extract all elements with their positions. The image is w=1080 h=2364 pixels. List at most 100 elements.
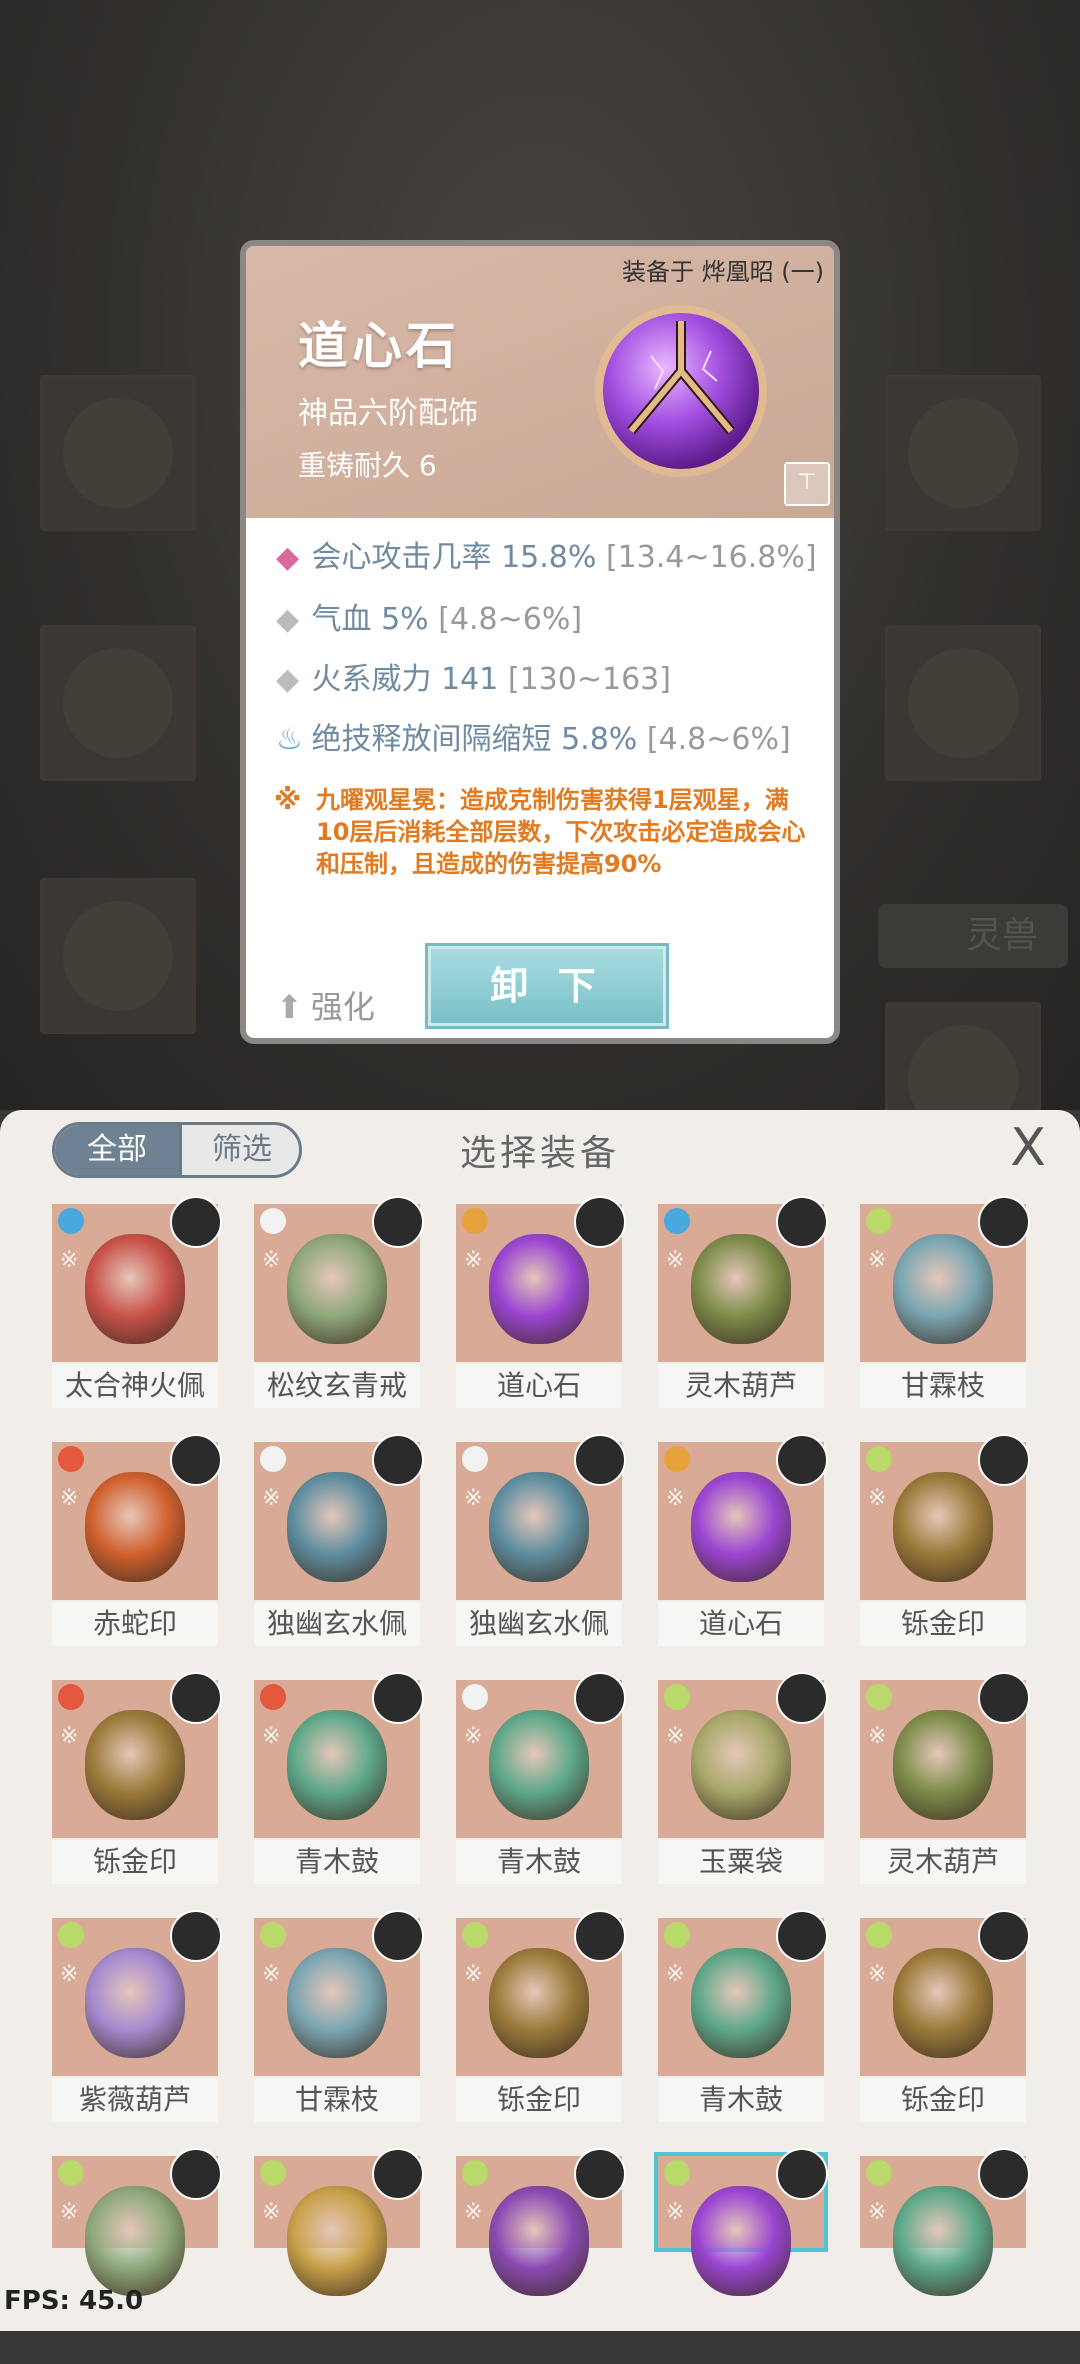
stat-value: 绝技释放间隔缩短 5.8% bbox=[311, 722, 638, 757]
equipment-name: 道心石 bbox=[658, 1602, 824, 1646]
character-avatar bbox=[372, 1196, 424, 1248]
equipment-cell[interactable]: ※ 紫薇葫芦 bbox=[52, 1910, 222, 2126]
character-avatar bbox=[776, 1672, 828, 1724]
element-icon bbox=[462, 1446, 488, 1472]
stat-row: ◆ 会心攻击几率 15.8% [13.4~16.8%] bbox=[276, 532, 817, 576]
equipment-image: ※ bbox=[254, 2148, 424, 2296]
element-icon bbox=[58, 1684, 84, 1710]
equipment-image: ※ bbox=[52, 2148, 222, 2296]
equipment-cell[interactable]: ※ 青木鼓 bbox=[658, 1910, 828, 2126]
unequip-button[interactable]: 卸 下 bbox=[428, 946, 666, 1026]
equipment-cell[interactable]: ※ 松纹玄青戒 bbox=[254, 1196, 424, 1412]
equipment-image: ※ bbox=[52, 1434, 222, 1600]
equipment-name: 紫薇葫芦 bbox=[52, 2078, 218, 2122]
character-avatar bbox=[170, 1910, 222, 1962]
character-avatar bbox=[574, 1910, 626, 1962]
equipment-name: 道心石 bbox=[456, 1364, 622, 1408]
equipment-art bbox=[893, 2186, 993, 2296]
equipment-image: ※ bbox=[254, 1672, 424, 1838]
equipment-cell[interactable]: ※ bbox=[456, 2148, 626, 2364]
rune-icon: ※ bbox=[262, 2200, 281, 2225]
rune-icon: ※ bbox=[60, 1724, 79, 1749]
equipment-cell[interactable]: ※ bbox=[52, 2148, 222, 2364]
equipment-image: ※ bbox=[658, 1672, 828, 1838]
equipment-image: ※ bbox=[254, 1196, 424, 1362]
equipment-cell[interactable]: ※ 独幽玄水佩 bbox=[254, 1434, 424, 1650]
equipment-name: 铄金印 bbox=[52, 1840, 218, 1884]
stat-value: 会心攻击几率 15.8% bbox=[311, 540, 597, 575]
element-icon bbox=[866, 1208, 892, 1234]
element-icon bbox=[58, 2160, 84, 2186]
equipment-cell[interactable]: ※ 甘霖枝 bbox=[860, 1196, 1030, 1412]
element-icon bbox=[58, 1922, 84, 1948]
equipment-name: 甘霖枝 bbox=[860, 1364, 1026, 1408]
element-icon bbox=[664, 1922, 690, 1948]
equipment-cell[interactable]: ※ 铄金印 bbox=[860, 1910, 1030, 2126]
equipment-cell[interactable]: ※ 独幽玄水佩 bbox=[456, 1434, 626, 1650]
equipment-art bbox=[691, 1234, 791, 1344]
equipment-image: ※ bbox=[52, 1672, 222, 1838]
character-avatar bbox=[170, 2148, 222, 2200]
rune-icon: ※ bbox=[60, 1962, 79, 1987]
equipment-image: ※ bbox=[456, 2148, 626, 2296]
equipment-cell[interactable]: ※ 赤蛇印 bbox=[52, 1434, 222, 1650]
rune-icon: ※ bbox=[464, 1724, 483, 1749]
element-icon bbox=[664, 1684, 690, 1710]
equipment-cell[interactable]: ※ 玉粟袋 bbox=[658, 1672, 828, 1888]
equipment-cell[interactable]: ※ 道心石 bbox=[658, 1434, 828, 1650]
equipment-image: ※ bbox=[860, 2148, 1030, 2296]
equipment-cell[interactable]: ※ 灵木葫芦 bbox=[658, 1196, 828, 1412]
equipment-image: ※ bbox=[860, 1434, 1030, 1600]
character-avatar bbox=[776, 1910, 828, 1962]
equipment-cell[interactable]: ※ 青木鼓 bbox=[456, 1672, 626, 1888]
character-avatar bbox=[574, 1434, 626, 1486]
equipment-name: 独幽玄水佩 bbox=[456, 1602, 622, 1646]
rune-icon: ※ bbox=[868, 1962, 887, 1987]
equipment-cell[interactable]: ※ 青木鼓 bbox=[254, 1672, 424, 1888]
equipment-art bbox=[85, 1948, 185, 2058]
equipment-image: ※ bbox=[456, 1910, 626, 2076]
rune-icon: ※ bbox=[60, 1248, 79, 1273]
rune-icon: ※ bbox=[60, 2200, 79, 2225]
equipment-image: ※ bbox=[860, 1196, 1030, 1362]
rune-icon: ※ bbox=[274, 783, 302, 816]
rune-icon: ※ bbox=[666, 1962, 685, 1987]
character-avatar bbox=[372, 1672, 424, 1724]
equipment-art bbox=[893, 1234, 993, 1344]
character-avatar bbox=[978, 1910, 1030, 1962]
equipment-art bbox=[691, 1472, 791, 1582]
character-avatar bbox=[978, 1672, 1030, 1724]
equipment-image: ※ bbox=[860, 1910, 1030, 2076]
character-avatar bbox=[574, 1672, 626, 1724]
share-icon[interactable]: ⊤ bbox=[784, 462, 830, 506]
equipment-cell[interactable]: ※ 铄金印 bbox=[456, 1910, 626, 2126]
equipment-cell[interactable]: ※ 灵木葫芦 bbox=[860, 1672, 1030, 1888]
element-icon bbox=[260, 1922, 286, 1948]
equipment-name: 铄金印 bbox=[860, 1602, 1026, 1646]
equipment-art bbox=[893, 1472, 993, 1582]
stat-row: ◆ 火系威力 141 [130~163] bbox=[276, 654, 671, 698]
equipment-cell[interactable]: ※ 铄金印 bbox=[52, 1672, 222, 1888]
rune-icon: ※ bbox=[464, 1486, 483, 1511]
equipment-cell[interactable]: ※ bbox=[860, 2148, 1030, 2364]
equipment-cell[interactable]: ※ 太合神火佩 bbox=[52, 1196, 222, 1412]
equipment-art bbox=[489, 1710, 589, 1820]
equipment-image: ※ bbox=[658, 1434, 828, 1600]
diamond-icon: ◆ bbox=[276, 540, 300, 575]
character-avatar bbox=[978, 1196, 1030, 1248]
rune-icon: ※ bbox=[262, 1248, 281, 1273]
upgrade-button[interactable]: ⬆ 强化 bbox=[276, 982, 375, 1028]
equipment-cell[interactable]: ※ bbox=[254, 2148, 424, 2364]
equipment-cell[interactable]: ※ bbox=[654, 2148, 828, 2364]
rune-icon: ※ bbox=[262, 1962, 281, 1987]
equipment-image: ※ bbox=[254, 1910, 424, 2076]
element-icon bbox=[260, 2160, 286, 2186]
equipment-art bbox=[691, 1948, 791, 2058]
equipment-name: 太合神火佩 bbox=[52, 1364, 218, 1408]
equipment-cell[interactable]: ※ 道心石 bbox=[456, 1196, 626, 1412]
equipment-cell[interactable]: ※ 甘霖枝 bbox=[254, 1910, 424, 2126]
equipment-cell[interactable]: ※ 铄金印 bbox=[860, 1434, 1030, 1650]
close-icon[interactable]: X bbox=[1000, 1120, 1056, 1176]
panel-title: 选择装备 bbox=[459, 1133, 620, 1174]
element-icon bbox=[260, 1446, 286, 1472]
